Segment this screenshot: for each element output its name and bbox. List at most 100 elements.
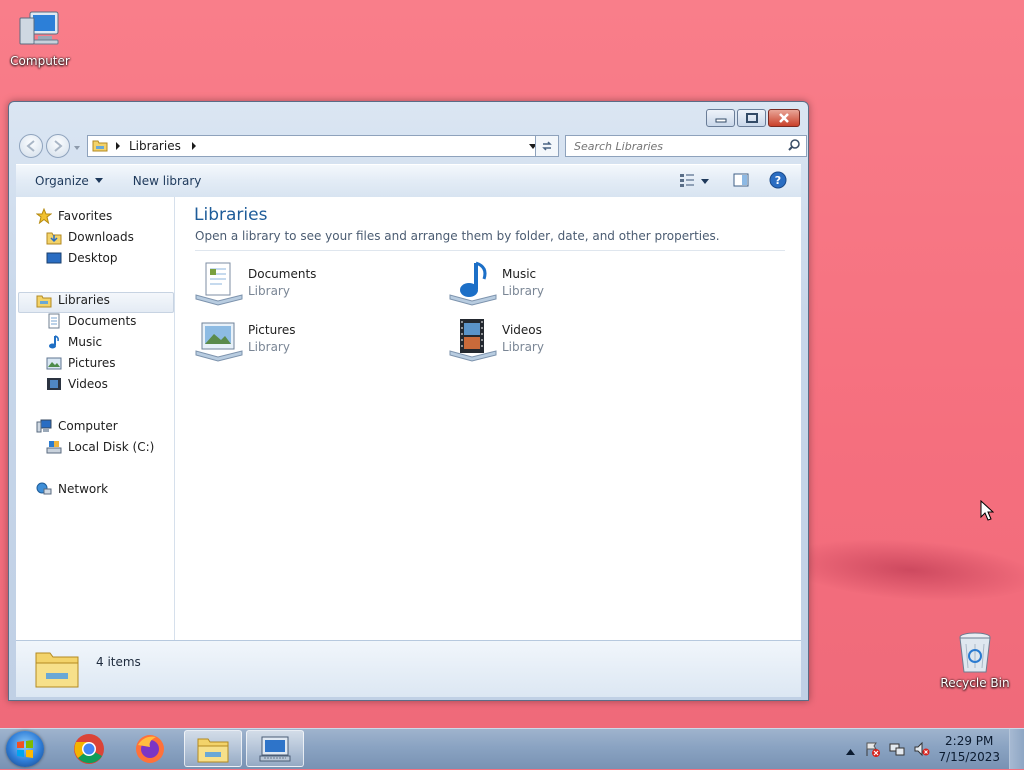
view-controls: ?: [679, 165, 801, 197]
library-type: Library: [502, 284, 544, 298]
desktop-icon-computer[interactable]: Computer: [0, 8, 80, 68]
show-hidden-icons-icon[interactable]: [846, 744, 855, 758]
windows-logo-icon: [17, 740, 33, 758]
computer-icon: [16, 8, 64, 52]
pictures-icon: [46, 355, 62, 371]
nav-item-local-disk[interactable]: Local Disk (C:): [46, 437, 154, 457]
preview-pane-icon[interactable]: [733, 173, 749, 190]
nav-item-network[interactable]: Network: [36, 479, 108, 499]
organize-label: Organize: [35, 174, 89, 188]
libraries-icon: [36, 292, 52, 308]
explorer-folder-icon: [197, 738, 229, 762]
desktop-icon-label: Recycle Bin: [940, 676, 1010, 690]
computer-icon: [36, 418, 52, 434]
taskbar-explorer[interactable]: [184, 730, 242, 767]
refresh-icon: [542, 141, 552, 151]
close-button[interactable]: [768, 109, 800, 127]
new-library-button[interactable]: New library: [133, 174, 202, 188]
page-subtitle: Open a library to see your files and arr…: [195, 229, 720, 243]
library-type: Library: [502, 340, 544, 354]
nav-item-downloads[interactable]: Downloads: [46, 227, 134, 247]
forward-button[interactable]: [46, 134, 70, 158]
divider: [195, 250, 785, 251]
star-icon: [35, 207, 53, 225]
nav-item-pictures[interactable]: Pictures: [46, 353, 116, 373]
nav-label: Favorites: [58, 209, 113, 223]
refresh-button[interactable]: [535, 135, 559, 157]
desktop-icon-recycle-bin[interactable]: Recycle Bin: [935, 630, 1015, 690]
taskbar-clock[interactable]: 2:29 PM 7/15/2023: [938, 733, 1000, 765]
nav-label: Desktop: [68, 251, 118, 265]
music-note-icon: [46, 334, 62, 350]
pictures-library-icon: [194, 315, 244, 363]
show-desktop-button[interactable]: [1009, 729, 1024, 769]
music-library-icon: [448, 259, 498, 307]
details-pane: 4 items: [16, 640, 801, 697]
change-view-icon[interactable]: [679, 173, 695, 190]
minimize-button[interactable]: [706, 109, 735, 127]
nav-label: Computer: [58, 419, 118, 433]
library-name: Pictures: [248, 323, 296, 337]
nav-item-videos[interactable]: Videos: [46, 374, 108, 394]
forward-arrow-icon: [54, 140, 63, 152]
library-name: Videos: [502, 323, 542, 337]
nav-item-computer[interactable]: Computer: [36, 416, 118, 436]
library-type: Library: [248, 284, 290, 298]
address-bar[interactable]: Libraries: [87, 135, 543, 157]
network-status-icon[interactable]: [889, 741, 905, 760]
libraries-large-icon: [34, 645, 80, 692]
nav-item-desktop[interactable]: Desktop: [46, 248, 118, 268]
organize-button[interactable]: Organize: [35, 174, 103, 188]
minimize-icon: [715, 118, 726, 123]
help-icon[interactable]: ?: [769, 171, 787, 192]
library-music[interactable]: Music Library: [448, 259, 648, 309]
nav-item-documents[interactable]: Documents: [46, 311, 136, 331]
navigation-row: Libraries: [17, 133, 807, 159]
search-icon[interactable]: [788, 138, 800, 154]
documents-icon: [46, 313, 62, 329]
clock-time: 2:29 PM: [945, 734, 994, 748]
library-documents[interactable]: Documents Library: [194, 259, 394, 309]
library-pictures[interactable]: Pictures Library: [194, 315, 394, 365]
content-area: Favorites Downloads Desktop Libraries Do…: [16, 197, 801, 640]
desktop-icon-label: Computer: [10, 54, 70, 68]
hard-drive-icon: [46, 439, 62, 455]
view-options-chevron-icon[interactable]: [701, 174, 709, 188]
nav-label: Local Disk (C:): [68, 440, 155, 454]
breadcrumb-libraries[interactable]: Libraries: [129, 139, 181, 153]
back-button[interactable]: [19, 134, 43, 158]
recycle-bin-icon: [951, 630, 999, 674]
nav-label: Libraries: [58, 293, 110, 307]
nav-label: Downloads: [68, 230, 134, 244]
action-center-warning-icon[interactable]: [864, 741, 880, 760]
explorer-window: Libraries Organize New library: [8, 101, 809, 701]
nav-item-favorites[interactable]: Favorites: [35, 206, 113, 226]
chrome-icon: [74, 733, 104, 764]
close-icon: [779, 113, 789, 123]
film-strip-icon: [46, 376, 62, 392]
command-bar: Organize New library ?: [16, 164, 801, 198]
library-videos[interactable]: Videos Library: [448, 315, 648, 365]
item-count: 4 items: [96, 655, 141, 669]
search-box: [565, 135, 807, 157]
taskbar: 2:29 PM 7/15/2023: [0, 728, 1024, 769]
videos-library-icon: [448, 315, 498, 363]
nav-label: Music: [68, 335, 103, 349]
taskbar-firefox[interactable]: [121, 730, 179, 767]
breadcrumb-arrow-icon[interactable]: [191, 139, 197, 153]
library-name: Documents: [248, 267, 317, 281]
breadcrumb-arrow-icon[interactable]: [115, 139, 121, 153]
search-input[interactable]: [572, 138, 786, 154]
taskbar-chrome[interactable]: [60, 730, 118, 767]
nav-item-libraries[interactable]: Libraries: [36, 290, 110, 310]
nav-item-music[interactable]: Music: [46, 332, 102, 352]
library-name: Music: [502, 267, 537, 281]
volume-muted-icon[interactable]: [914, 741, 930, 760]
library-type: Library: [248, 340, 290, 354]
recent-pages-chevron-icon[interactable]: [73, 141, 81, 155]
window-controls: [704, 109, 800, 127]
taskbar-remote-desktop[interactable]: [246, 730, 304, 767]
start-button[interactable]: [6, 731, 44, 767]
restore-button[interactable]: [737, 109, 766, 127]
restore-icon: [745, 113, 758, 123]
